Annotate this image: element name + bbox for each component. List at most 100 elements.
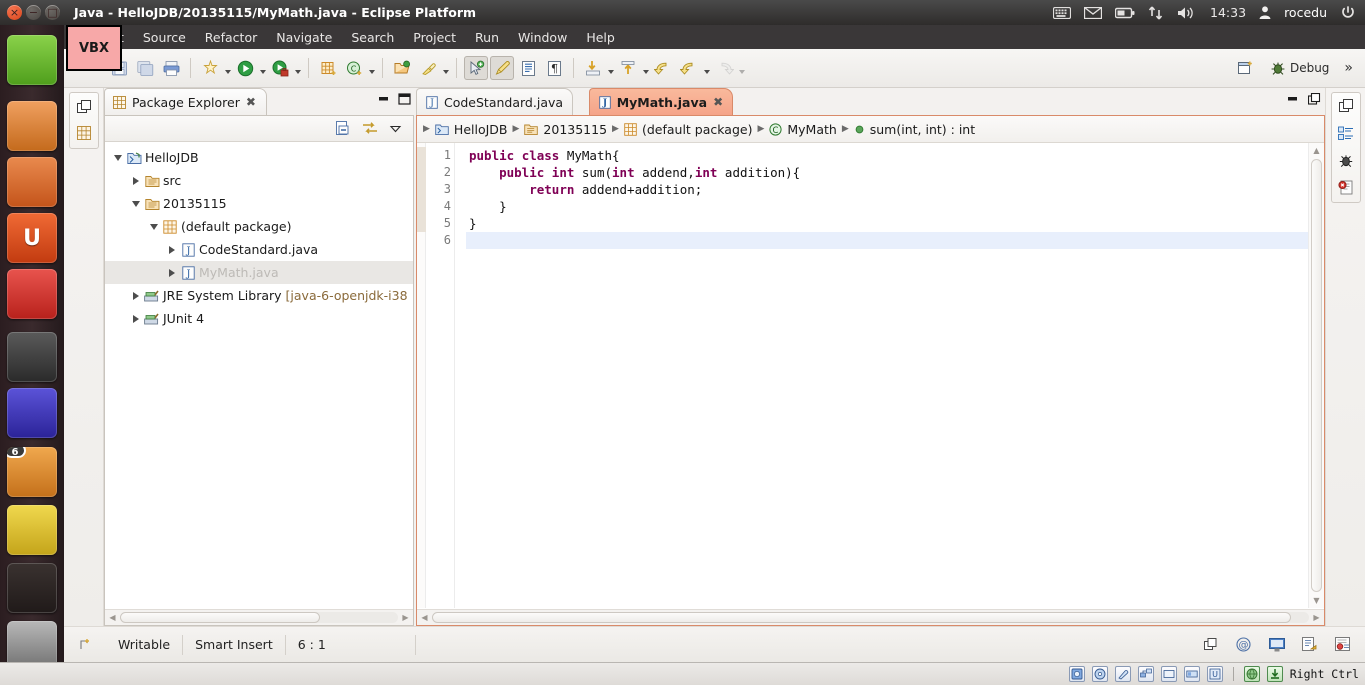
- step-out-dropdown[interactable]: [641, 56, 650, 80]
- collapse-all-icon[interactable]: [335, 120, 352, 137]
- launcher-system-settings[interactable]: [7, 269, 57, 319]
- launcher-calc[interactable]: [7, 35, 57, 85]
- scroll-up-icon[interactable]: ▲: [1310, 143, 1324, 158]
- at-icon[interactable]: @: [1235, 636, 1252, 653]
- breadcrumb-item-hellojdb[interactable]: HelloJDB: [435, 122, 508, 137]
- shared-folder-icon[interactable]: [1160, 666, 1177, 682]
- window-close-button[interactable]: ×: [7, 5, 22, 20]
- restore-view-icon[interactable]: [1337, 97, 1355, 115]
- console-icon[interactable]: [1268, 636, 1285, 653]
- tree-item-20135115[interactable]: 20135115: [105, 192, 413, 215]
- tab-package-explorer[interactable]: Package Explorer ✖: [104, 88, 267, 115]
- scroll-down-icon[interactable]: ▼: [1310, 593, 1324, 608]
- launcher-software-center[interactable]: [7, 157, 57, 207]
- forward-history-button[interactable]: [677, 56, 701, 80]
- cd-icon[interactable]: [1091, 666, 1108, 682]
- link-with-editor-icon[interactable]: [361, 120, 378, 137]
- hdd-icon[interactable]: [1068, 666, 1085, 682]
- new-class-dropdown[interactable]: [367, 56, 376, 80]
- source-code[interactable]: public class MyMath{ public int sum(int …: [466, 143, 1324, 608]
- power-gear-icon[interactable]: [1340, 5, 1356, 21]
- hscroll-track[interactable]: [432, 612, 1309, 623]
- vscroll-thumb[interactable]: [1311, 159, 1322, 592]
- hscroll-track[interactable]: [120, 612, 398, 623]
- step-into-button[interactable]: [581, 56, 605, 80]
- twisty-expanded-icon[interactable]: [111, 154, 125, 161]
- step-into-dropdown[interactable]: [606, 56, 615, 80]
- launcher-eclipse[interactable]: [7, 388, 57, 438]
- error-log-icon[interactable]: [1337, 178, 1355, 196]
- scroll-left-icon[interactable]: ◀: [417, 611, 432, 625]
- step-out-button[interactable]: [616, 56, 640, 80]
- editor-vscrollbar[interactable]: ▲ ▼: [1308, 143, 1324, 608]
- battery-icon[interactable]: [1115, 7, 1135, 19]
- status-smiley-icon[interactable]: [64, 637, 106, 652]
- back-history-button[interactable]: [651, 56, 675, 80]
- search-button[interactable]: [416, 56, 440, 80]
- tree-item-hellojdb[interactable]: HelloJDB: [105, 146, 413, 169]
- toggle-mark-occurrences-button[interactable]: [464, 56, 488, 80]
- tree-item-jre-system-library[interactable]: JRE System Library [java-6-openjdk-i38: [105, 284, 413, 307]
- redo-dropdown[interactable]: [737, 56, 746, 80]
- display-icon[interactable]: [1183, 666, 1200, 682]
- package-explorer-tree[interactable]: HelloJDB src 20135115 (default package) J Cod…: [105, 142, 413, 608]
- redo-button[interactable]: [712, 56, 736, 80]
- breadcrumb-item-default-package[interactable]: (default package): [624, 122, 752, 137]
- maximize-editor-icon[interactable]: [1307, 92, 1322, 106]
- launcher-ubuntu-one[interactable]: U: [7, 213, 57, 263]
- new-java-package-button[interactable]: [316, 56, 340, 80]
- volume-icon[interactable]: [1177, 6, 1197, 20]
- menu-window[interactable]: Window: [518, 30, 567, 45]
- twisty-collapsed-icon[interactable]: [129, 314, 143, 323]
- print-button[interactable]: [159, 56, 183, 80]
- breadcrumb-item-20135115[interactable]: 20135115: [524, 122, 607, 137]
- external-tools-dropdown[interactable]: [293, 56, 302, 80]
- twisty-collapsed-icon[interactable]: [165, 245, 179, 254]
- twisty-expanded-icon[interactable]: [147, 223, 161, 230]
- tree-item-mymath-java[interactable]: J MyMath.java: [105, 261, 413, 284]
- minimize-view-icon[interactable]: [377, 92, 392, 106]
- network-icon[interactable]: [1137, 666, 1154, 682]
- minimize-editor-icon[interactable]: [1286, 92, 1301, 106]
- close-icon[interactable]: ✖: [246, 95, 256, 109]
- menu-refactor[interactable]: Refactor: [205, 30, 257, 45]
- launcher-impress[interactable]: [7, 101, 57, 151]
- show-whitespace-button[interactable]: [516, 56, 540, 80]
- launcher-update-manager[interactable]: 6: [7, 447, 57, 497]
- vscroll-track[interactable]: [1311, 159, 1322, 592]
- restore-icon[interactable]: [1202, 636, 1219, 653]
- hscroll-thumb[interactable]: [432, 612, 1292, 623]
- new-wizard-button[interactable]: [198, 56, 222, 80]
- twisty-collapsed-icon[interactable]: [165, 268, 179, 277]
- launcher-screen-tool[interactable]: [7, 505, 57, 555]
- perspective-debug[interactable]: Debug: [1265, 58, 1334, 78]
- hscroll-thumb[interactable]: [120, 612, 321, 623]
- editor-tab-mymath-java[interactable]: J MyMath.java ✖: [588, 88, 734, 115]
- launcher-workspace-switcher[interactable]: [7, 563, 57, 613]
- scroll-left-icon[interactable]: ◀: [105, 611, 120, 625]
- package-explorer-hscrollbar[interactable]: ◀ ▶: [105, 609, 413, 625]
- scroll-right-icon[interactable]: ▶: [398, 611, 413, 625]
- menu-help[interactable]: Help: [586, 30, 615, 45]
- run-dropdown[interactable]: [258, 56, 267, 80]
- menu-project[interactable]: Project: [413, 30, 456, 45]
- run-button[interactable]: [233, 56, 257, 80]
- window-minimize-button[interactable]: −: [26, 5, 41, 20]
- vm-icon[interactable]: U: [1206, 666, 1223, 682]
- folding-ruler[interactable]: [454, 143, 466, 608]
- save-all-button[interactable]: [133, 56, 157, 80]
- network-updown-icon[interactable]: [1148, 5, 1164, 20]
- task-icon[interactable]: [1334, 636, 1351, 653]
- menu-search[interactable]: Search: [351, 30, 394, 45]
- editor-hscrollbar[interactable]: ◀ ▶: [417, 609, 1324, 625]
- scroll-right-icon[interactable]: ▶: [1309, 611, 1324, 625]
- mail-icon[interactable]: [1084, 6, 1103, 19]
- breadcrumb-item-mymath[interactable]: C MyMath: [769, 122, 837, 137]
- globe-icon[interactable]: [1243, 666, 1260, 682]
- open-type-button[interactable]: [390, 56, 414, 80]
- twisty-collapsed-icon[interactable]: [129, 291, 143, 300]
- restore-view-icon[interactable]: [75, 98, 93, 116]
- keyboard-icon[interactable]: [1053, 6, 1072, 19]
- breadcrumb-item-sum-int-int-int[interactable]: sum(int, int) : int: [854, 122, 975, 137]
- launcher-terminal[interactable]: [7, 332, 57, 382]
